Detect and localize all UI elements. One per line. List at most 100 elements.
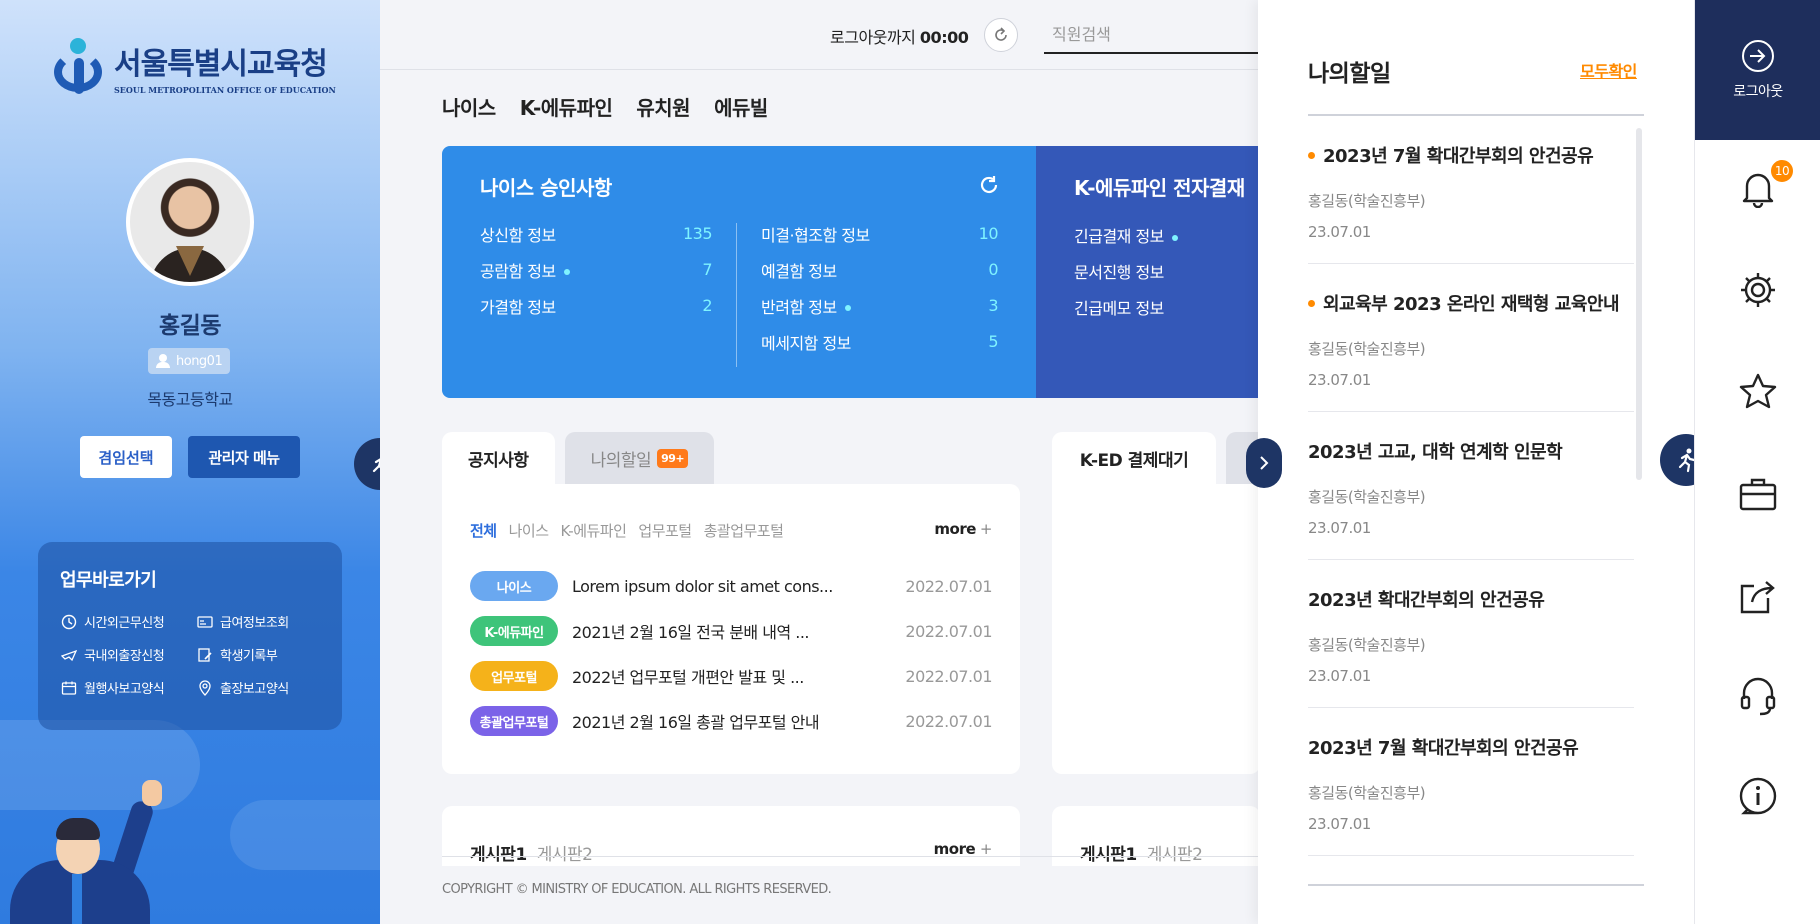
todo-item-author: 홍길동(학술진흥부) [1308, 192, 1426, 210]
list-item[interactable]: 2023년 확대간부회의 안건공유 홍길동(학술진흥부) 23.07.01 [1308, 560, 1634, 708]
tab-kedufine[interactable]: K-에듀파인 [520, 92, 613, 121]
shortcut-trip[interactable]: 국내외출장신청 [60, 645, 196, 664]
kedu-row[interactable]: 문서진행 정보 [1074, 259, 1222, 282]
user-id-badge: hong01 [148, 348, 231, 374]
tab-ked-pending[interactable]: K-ED 결제대기 [1052, 432, 1216, 484]
info-icon[interactable] [1738, 776, 1778, 816]
scrollbar[interactable] [1636, 128, 1642, 480]
list-item[interactable]: 2023년 7월 확대간부회의 안건공유 홍길동(학술진흥부) 23.07.01 [1308, 708, 1634, 856]
admin-menu-button[interactable]: 관리자 메뉴 [188, 436, 300, 478]
unread-dot [1308, 299, 1315, 307]
cloud-decoration [230, 800, 380, 870]
kedu-row[interactable]: 긴급메모 정보 [1074, 295, 1222, 318]
notice-filters: 전체 나이스 K-에듀파인 업무포털 총괄업무포털 [470, 520, 992, 541]
category-tag: 나이스 [470, 571, 558, 601]
share-icon[interactable] [1738, 576, 1778, 616]
neis-row[interactable]: 가결함 정보 2 [480, 295, 712, 317]
todo-item-author: 홍길동(학술진흥부) [1308, 784, 1426, 802]
todo-list: 2023년 7월 확대간부회의 안건공유 홍길동(학술진흥부) 23.07.01… [1308, 116, 1634, 856]
footer-copyright: COPYRIGHT © MINISTRY OF EDUCATION. ALL R… [442, 882, 832, 897]
staff-search-input[interactable] [1044, 16, 1260, 54]
user-icon [156, 354, 170, 368]
tab-kindergarten[interactable]: 유치원 [636, 92, 690, 121]
filter-kedufine[interactable]: K-에듀파인 [561, 520, 627, 541]
more-link[interactable]: more + [934, 520, 992, 538]
calendar-icon [60, 679, 78, 697]
neis-row[interactable]: 미결·협조함 정보 10 [761, 223, 999, 245]
timer-refresh-button[interactable] [984, 18, 1018, 52]
list-item[interactable]: 나이스 Lorem ipsum dolor sit amet cons... 2… [470, 571, 992, 601]
todo-item-title: 2023년 확대간부회의 안건공유 [1308, 590, 1545, 611]
notice-tabs: 공지사항 나의할일 99+ [442, 432, 715, 484]
list-item[interactable]: 총괄업무포털 2021년 2월 16일 총괄 업무포털 안내 2022.07.0… [470, 706, 992, 736]
shortcut-student-record[interactable]: 학생기록부 [196, 645, 332, 664]
list-item[interactable]: 2023년 7월 확대간부회의 안건공유 홍길동(학술진흥부) 23.07.01 [1308, 116, 1634, 264]
notice-title: 2021년 2월 16일 전국 분배 내역 ... [572, 623, 810, 642]
notification-count-badge: 10 [1769, 158, 1795, 184]
list-item[interactable]: 2023년 고교, 대학 연계학 인문학 홍길동(학술진흥부) 23.07.01 [1308, 412, 1634, 560]
edit-doc-icon [196, 646, 214, 664]
shortcut-monthly-report[interactable]: 월행사보고양식 [60, 678, 196, 697]
tab-notice[interactable]: 공지사항 [442, 432, 555, 484]
tab-my-todo[interactable]: 나의할일 99+ [564, 432, 715, 484]
location-icon [196, 679, 214, 697]
logout-timer: 로그아웃까지 00:00 [830, 28, 969, 47]
list-item[interactable]: 외교육부 2023 온라인 재택형 교육안내 홍길동(학술진흥부) 23.07.… [1308, 264, 1634, 412]
neis-row[interactable]: 예결함 정보 0 [761, 259, 998, 281]
shortcut-overtime[interactable]: 시간외근무신청 [60, 612, 196, 631]
headset-icon[interactable] [1738, 676, 1778, 716]
logo[interactable]: 서울특별시교육청 SEOUL METROPOLITAN OFFICE OF ED… [54, 38, 336, 96]
tab-board1[interactable]: 게시판1 [1080, 845, 1137, 865]
school-name: 목동고등학교 [147, 390, 233, 409]
filter-portal[interactable]: 업무포털 [638, 520, 692, 541]
role-select-button[interactable]: 겸임선택 [80, 436, 172, 478]
refresh-icon [980, 176, 998, 194]
tab-eduvil[interactable]: 에듀빌 [714, 92, 768, 121]
neis-refresh-button[interactable] [978, 174, 1000, 202]
divider [442, 856, 1260, 857]
list-item[interactable]: K-에듀파인 2021년 2월 16일 전국 분배 내역 ... 2022.07… [470, 616, 992, 646]
todo-item-title: 2023년 7월 확대간부회의 안건공유 [1323, 146, 1594, 167]
tab-neis[interactable]: 나이스 [442, 92, 496, 121]
kedu-title: K-에듀파인 전자결재 [1074, 176, 1245, 200]
left-sidebar: 서울특별시교육청 SEOUL METROPOLITAN OFFICE OF ED… [0, 0, 380, 924]
logout-button[interactable]: 로그아웃 [1695, 0, 1820, 140]
logo-icon [54, 38, 108, 96]
tab-board2[interactable]: 게시판2 [537, 845, 593, 865]
todo-item-date: 23.07.01 [1308, 667, 1371, 685]
notice-date: 2022.07.01 [905, 576, 992, 596]
refresh-icon [995, 27, 1007, 41]
filter-neis[interactable]: 나이스 [509, 520, 549, 541]
category-tag: 업무포털 [470, 661, 558, 691]
tab-board2[interactable]: 게시판2 [1147, 845, 1203, 865]
category-tag: 총괄업무포털 [470, 706, 558, 736]
list-item[interactable]: 업무포털 2022년 업무포털 개편안 발표 및 ... 2022.07.01 [470, 661, 992, 691]
neis-row[interactable]: 메세지함 정보 5 [761, 331, 998, 353]
filter-general-portal[interactable]: 총괄업무포털 [704, 520, 784, 541]
todo-item-date: 23.07.01 [1308, 815, 1371, 833]
user-id: hong01 [176, 353, 223, 369]
my-todo-panel: 나의할일 모두확인 2023년 7월 확대간부회의 안건공유 홍길동(학술진흥부… [1258, 0, 1694, 924]
gear-icon[interactable] [1738, 270, 1778, 310]
filter-all[interactable]: 전체 [470, 520, 497, 541]
main-content: 로그아웃까지 00:00 나이스 K-에듀파인 유치원 에듀빌 나이스 승인사항… [380, 0, 1260, 924]
briefcase-icon[interactable] [1738, 474, 1778, 514]
plane-icon [60, 646, 78, 664]
app-tabs: 나이스 K-에듀파인 유치원 에듀빌 [442, 92, 768, 121]
notice-date: 2022.07.01 [905, 666, 992, 686]
confirm-all-button[interactable]: 모두확인 [1580, 58, 1637, 82]
shortcut-salary[interactable]: 급여정보조회 [196, 612, 332, 631]
shortcut-trip-report[interactable]: 출장보고양식 [196, 678, 332, 697]
tab-board1[interactable]: 게시판1 [470, 845, 527, 865]
neis-approval-card: 나이스 승인사항 상신함 정보 135 공람함 정보 7 가결함 정보 2 미결·협조… [442, 146, 1036, 398]
collapse-panel-button[interactable] [1246, 438, 1282, 488]
notice-title: 2021년 2월 16일 총괄 업무포털 안내 [572, 713, 820, 732]
kedu-row[interactable]: 긴급결재 정보 [1074, 223, 1222, 246]
todo-item-date: 23.07.01 [1308, 223, 1371, 241]
neis-row[interactable]: 상신함 정보 135 [480, 223, 713, 245]
neis-row[interactable]: 공람함 정보 7 [480, 259, 712, 281]
neis-row[interactable]: 반려함 정보 3 [761, 295, 998, 317]
todo-item-author: 홍길동(학술진흥부) [1308, 488, 1426, 506]
star-icon[interactable] [1738, 372, 1778, 412]
category-tag: K-에듀파인 [470, 616, 558, 646]
